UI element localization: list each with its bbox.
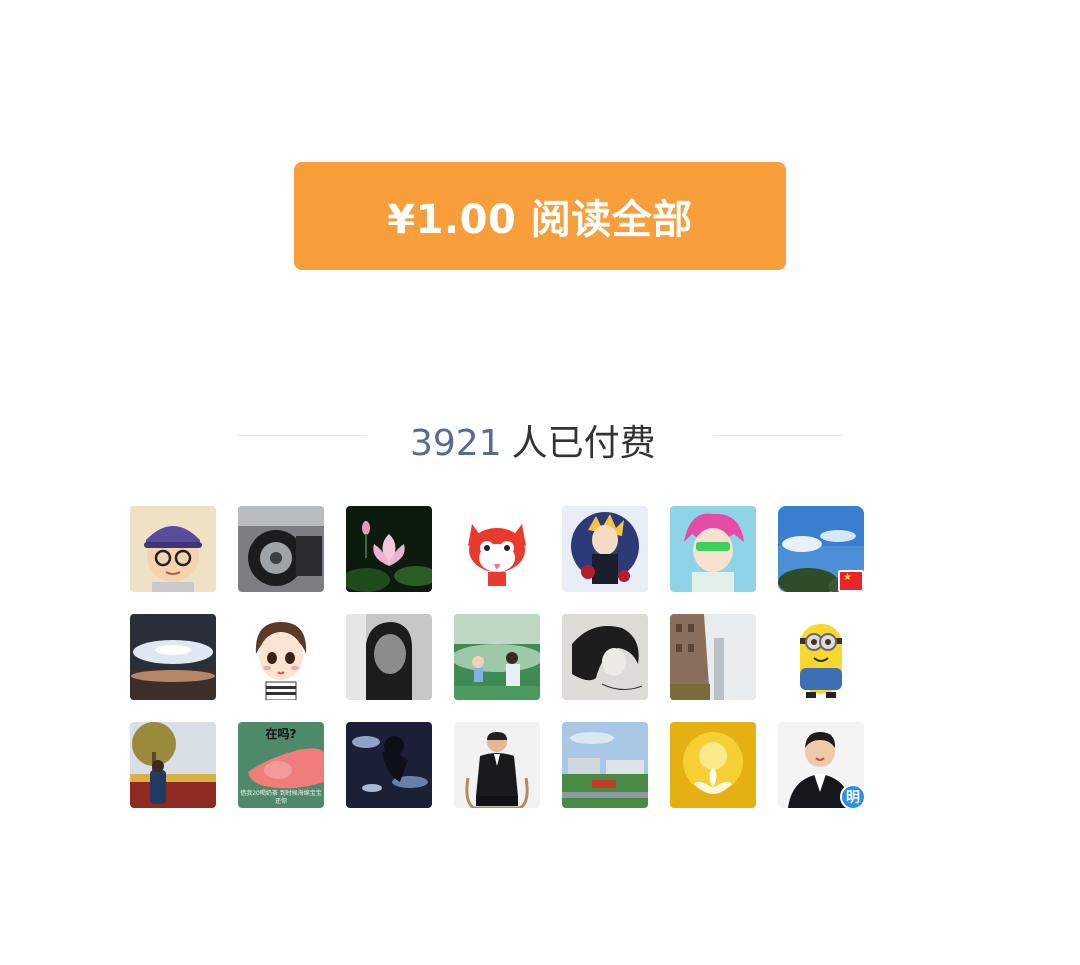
paid-count: 3921	[410, 423, 502, 464]
avatar-building-street[interactable]	[670, 614, 756, 700]
verified-badge: 明	[840, 784, 866, 810]
avatar-sunset-clouds[interactable]	[130, 614, 216, 700]
avatar-smiling-man-suit[interactable]: 明	[778, 722, 866, 810]
paid-avatar-grid: ★ 在吗? 借我20喝奶茶 到时候海绵宝宝还你 明	[130, 506, 866, 810]
avatar-industrial-park[interactable]	[562, 722, 648, 808]
avatar-meme-hand[interactable]: 在吗? 借我20喝奶茶 到时候海绵宝宝还你	[238, 722, 324, 808]
avatar-cartoon-short-hair-girl[interactable]	[238, 614, 324, 700]
avatar-red-fox-cartoon[interactable]	[454, 506, 540, 592]
avatar-black-white-portrait[interactable]	[346, 614, 432, 700]
meme-top-text: 在吗?	[265, 727, 297, 741]
avatar-anime-pink-hair[interactable]	[670, 506, 756, 592]
avatar-minion-cartoon[interactable]	[778, 614, 864, 700]
divider-right	[713, 435, 843, 436]
page: ¥1.00 阅读全部 3921 人已付费 ★ 在吗? 借我20喝奶茶 到时候海绵…	[0, 0, 1080, 965]
avatar-anime-blonde-boy[interactable]	[562, 506, 648, 592]
flag-star: ★	[843, 572, 852, 583]
avatar-motorcycle-wheel[interactable]	[238, 506, 324, 592]
china-flag-badge: ★	[838, 570, 864, 592]
avatar-dark-water-figure[interactable]	[346, 722, 432, 808]
paid-suffix: 人已付费	[511, 423, 656, 464]
avatar-person-by-tree[interactable]	[130, 722, 216, 808]
avatar-man-in-suit-chair[interactable]	[454, 722, 540, 808]
meme-bottom-text: 借我20喝奶茶 到时候海绵宝宝还你	[240, 790, 322, 805]
paid-users-label: 3921 人已付费	[410, 414, 656, 466]
avatar-sketch-woman[interactable]	[562, 614, 648, 700]
avatar-lotus-flower[interactable]	[346, 506, 432, 592]
avatar-child-on-grass[interactable]	[454, 614, 540, 700]
pay-read-all-button[interactable]: ¥1.00 阅读全部	[294, 162, 786, 270]
paid-users-header: 3921 人已付费	[0, 408, 1080, 464]
avatar-blue-sky-flag[interactable]: ★	[778, 506, 864, 592]
avatar-cartoon-glasses-boy[interactable]	[130, 506, 216, 592]
avatar-golden-lotus[interactable]	[670, 722, 756, 808]
divider-left	[237, 435, 367, 436]
